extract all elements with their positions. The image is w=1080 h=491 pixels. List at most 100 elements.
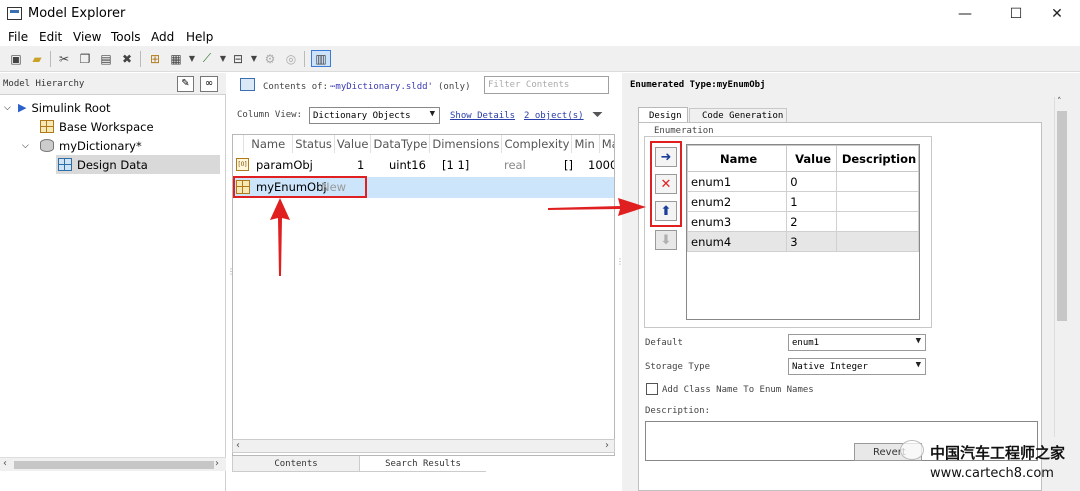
filter-funnel-icon[interactable]: ⏷ [592, 107, 603, 123]
add-class-name-checkbox[interactable] [646, 383, 658, 395]
tab-contents[interactable]: Contents [232, 456, 360, 472]
scroll-left-icon[interactable]: ‹ [236, 440, 240, 451]
scroll-left-icon[interactable]: ‹ [3, 458, 7, 469]
delete-icon[interactable]: ✖ [118, 50, 136, 67]
enum-name-cell[interactable]: enum3 [686, 211, 788, 232]
cut-icon[interactable]: ✂ [55, 50, 73, 67]
col-value[interactable]: Value [334, 135, 372, 153]
minimize-button[interactable]: — [942, 0, 988, 28]
menu-file[interactable]: File [8, 30, 28, 44]
scroll-up-icon[interactable]: ˄ [1057, 97, 1062, 107]
scroll-thumb[interactable] [14, 461, 214, 469]
enum-name-cell[interactable]: enum1 [686, 171, 788, 192]
copy-icon[interactable]: ❐ [76, 50, 94, 67]
menu-help[interactable]: Help [186, 30, 213, 44]
storage-type-dropdown[interactable]: Native Integer ▼ [788, 358, 926, 375]
col-dimensions[interactable]: Dimensions [429, 135, 503, 153]
table-row[interactable]: enum3 2 [686, 211, 919, 232]
menu-edit[interactable]: Edit [39, 30, 62, 44]
add-enum-button[interactable]: ➜ [655, 147, 677, 167]
chevron-down-icon[interactable]: ⌵ [4, 103, 18, 113]
contents-table: Name Status Value DataType Dimensions Co… [232, 134, 615, 456]
tab-search-results[interactable]: Search Results [360, 456, 486, 472]
new-model-icon[interactable]: ▣ [7, 50, 25, 67]
chevron-down-icon[interactable]: ⌵ [22, 141, 40, 151]
enum-name-cell[interactable]: enum4 [686, 231, 788, 252]
tree-item-my-dictionary[interactable]: ⌵ myDictionary* [22, 136, 142, 155]
enum-description-cell[interactable] [836, 231, 919, 252]
column-view-dropdown[interactable]: Dictionary Objects ▼ [309, 107, 440, 124]
splitter-left[interactable]: ⋮ [227, 268, 235, 280]
default-value: enum1 [792, 337, 820, 348]
scroll-right-icon[interactable]: › [215, 458, 219, 469]
link-icon[interactable]: ⚙ [261, 50, 279, 67]
add-workspace-icon[interactable]: ⊞ [146, 50, 164, 67]
scroll-thumb[interactable] [1057, 111, 1067, 321]
table-row[interactable]: enum4 3 [686, 231, 919, 252]
scroll-right-icon[interactable]: › [605, 440, 609, 451]
show-details-link[interactable]: Show Details [450, 111, 515, 121]
col-datatype[interactable]: DataType [370, 135, 431, 153]
move-up-button[interactable]: ⬆ [655, 201, 677, 221]
enum-value-cell[interactable]: 0 [786, 171, 838, 192]
col-status[interactable]: Status [292, 135, 335, 153]
simulink-root-icon: ▶ [18, 101, 27, 114]
col-min[interactable]: Min [571, 135, 600, 153]
enum-value-cell[interactable]: 2 [786, 211, 838, 232]
enum-description-cell[interactable] [836, 191, 919, 212]
table-row[interactable]: [0] paramObj 1 uint16 [1 1] real [] 1000… [233, 155, 614, 175]
col-icon [233, 135, 245, 153]
row-max: 10000 [588, 158, 614, 172]
tree-item-label: Design Data [77, 157, 148, 172]
enum-col-value[interactable]: Value [786, 145, 838, 172]
contents-path-link[interactable]: ⋯myDictionary.sldd' [330, 82, 433, 92]
enum-col-name[interactable]: Name [686, 145, 788, 172]
menu-tools[interactable]: Tools [111, 30, 141, 44]
table-row[interactable]: enum1 0 [686, 171, 919, 192]
description-label: Description: [645, 406, 711, 416]
model-hierarchy-header: Model Hierarchy ✎ ∞ [0, 73, 226, 95]
default-dropdown[interactable]: enum1 ▼ [788, 334, 926, 351]
tab-code-generation[interactable]: Code Generation [689, 108, 787, 123]
tab-design[interactable]: Design [638, 107, 688, 123]
column-view-label: Column View: [237, 110, 303, 120]
paste-icon[interactable]: ▤ [97, 50, 115, 67]
pencil-icon[interactable]: ✎ [177, 76, 194, 92]
delete-enum-button[interactable]: ✕ [655, 174, 677, 194]
close-button[interactable]: ✕ [1034, 0, 1080, 28]
contents-horizontal-scrollbar[interactable]: ‹ › [232, 439, 615, 453]
row-complexity: real [504, 158, 526, 172]
enum-col-description[interactable]: Description [836, 145, 919, 172]
stop-icon[interactable]: ◎ [282, 50, 300, 67]
enum-name-cell[interactable]: enum2 [686, 191, 788, 212]
enum-value-cell[interactable]: 1 [786, 191, 838, 212]
col-name[interactable]: Name [243, 135, 294, 153]
enum-value-cell[interactable]: 3 [786, 231, 838, 252]
glasses-icon[interactable]: ∞ [200, 76, 218, 92]
maximize-button[interactable]: ☐ [993, 0, 1039, 28]
col-complexity[interactable]: Complexity [501, 135, 573, 153]
dropdown-arrow-icon: ▼ [429, 109, 435, 119]
tree-item-design-data[interactable]: Design Data [56, 155, 220, 174]
watermark-url: www.cartech8.com [930, 466, 1054, 481]
enum-description-cell[interactable] [836, 211, 919, 232]
object-count-link[interactable]: 2 object(s) [524, 111, 584, 121]
contents-of-label: Contents of: [263, 82, 329, 92]
enum-table-header: Name Value Description [686, 145, 919, 172]
dialog-vertical-scrollbar[interactable]: ˄ [1054, 97, 1068, 437]
dialog-view-icon[interactable]: ▥ [311, 50, 331, 67]
menu-add[interactable]: Add [151, 30, 174, 44]
move-down-button[interactable]: ⬇ [655, 230, 677, 250]
left-horizontal-scrollbar[interactable]: ‹ › [0, 457, 226, 471]
enum-description-cell[interactable] [836, 171, 919, 192]
filter-contents-input[interactable]: Filter Contents [484, 76, 609, 94]
menu-view[interactable]: View [73, 30, 101, 44]
tree-item-base-workspace[interactable]: Base Workspace [40, 117, 154, 136]
table-row[interactable]: enum2 1 [686, 191, 919, 212]
col-max[interactable]: Max [599, 135, 614, 153]
splitter-right[interactable]: ⋮ [616, 258, 624, 270]
row-min: [] [564, 158, 573, 172]
open-folder-icon[interactable]: ▰ [28, 50, 46, 67]
tree-item-simulink-root[interactable]: ⌵ ▶ Simulink Root [4, 98, 111, 117]
dialog-title: Enumerated Type:myEnumObj [630, 80, 766, 90]
